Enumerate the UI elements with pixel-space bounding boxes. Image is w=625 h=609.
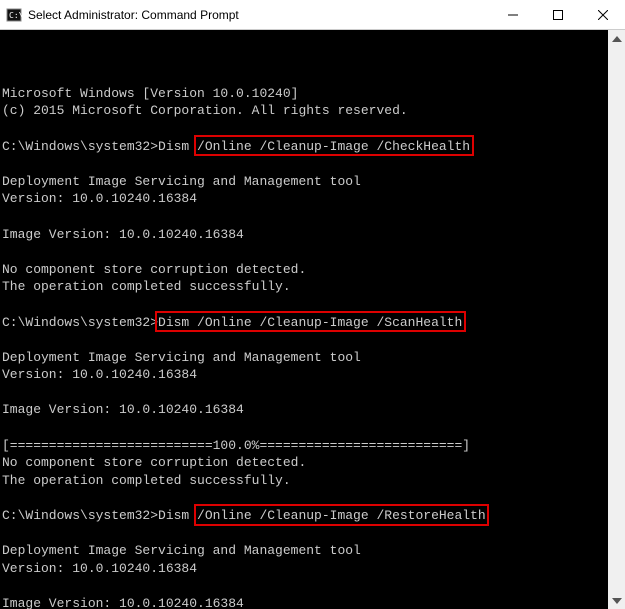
terminal-line: C:\Windows\system32>Dism /Online /Cleanu…: [2, 314, 606, 332]
terminal-line: Deployment Image Servicing and Managemen…: [2, 542, 606, 560]
terminal-line: [2, 120, 606, 138]
minimize-button[interactable]: [490, 0, 535, 29]
title-bar: C:\ Select Administrator: Command Prompt: [0, 0, 625, 30]
svg-text:C:\: C:\: [9, 11, 22, 20]
terminal-line: C:\Windows\system32>Dism /Online /Cleanu…: [2, 138, 606, 156]
terminal-line: [2, 525, 606, 543]
terminal-line: Version: 10.0.10240.16384: [2, 560, 606, 578]
terminal-line: [2, 243, 606, 261]
terminal-line: [2, 331, 606, 349]
terminal-line: [2, 489, 606, 507]
terminal-output[interactable]: Microsoft Windows [Version 10.0.10240](c…: [0, 30, 608, 609]
terminal-line: [2, 577, 606, 595]
scroll-up-arrow[interactable]: [608, 30, 625, 47]
terminal-line: [2, 384, 606, 402]
close-button[interactable]: [580, 0, 625, 29]
terminal-line: Version: 10.0.10240.16384: [2, 366, 606, 384]
terminal-line: Image Version: 10.0.10240.16384: [2, 226, 606, 244]
terminal-line: No component store corruption detected.: [2, 261, 606, 279]
terminal-line: Image Version: 10.0.10240.16384: [2, 595, 606, 609]
terminal-line: No component store corruption detected.: [2, 454, 606, 472]
terminal-line: The operation completed successfully.: [2, 472, 606, 490]
terminal-line: Deployment Image Servicing and Managemen…: [2, 349, 606, 367]
vertical-scrollbar[interactable]: [608, 30, 625, 609]
terminal-line: (c) 2015 Microsoft Corporation. All righ…: [2, 102, 606, 120]
window-title: Select Administrator: Command Prompt: [28, 8, 490, 22]
terminal-line: [2, 208, 606, 226]
window-controls: [490, 0, 625, 29]
cmd-icon: C:\: [6, 7, 22, 23]
scroll-track[interactable]: [608, 47, 625, 592]
terminal-line: Deployment Image Servicing and Managemen…: [2, 173, 606, 191]
terminal-line: Microsoft Windows [Version 10.0.10240]: [2, 85, 606, 103]
terminal-line: [2, 296, 606, 314]
terminal-area: Microsoft Windows [Version 10.0.10240](c…: [0, 30, 625, 609]
terminal-line: The operation completed successfully.: [2, 278, 606, 296]
terminal-line: [2, 155, 606, 173]
scroll-down-arrow[interactable]: [608, 592, 625, 609]
terminal-line: C:\Windows\system32>Dism /Online /Cleanu…: [2, 507, 606, 525]
terminal-line: [2, 419, 606, 437]
terminal-line: Version: 10.0.10240.16384: [2, 190, 606, 208]
maximize-button[interactable]: [535, 0, 580, 29]
terminal-line: Image Version: 10.0.10240.16384: [2, 401, 606, 419]
terminal-line: [==========================100.0%=======…: [2, 437, 606, 455]
